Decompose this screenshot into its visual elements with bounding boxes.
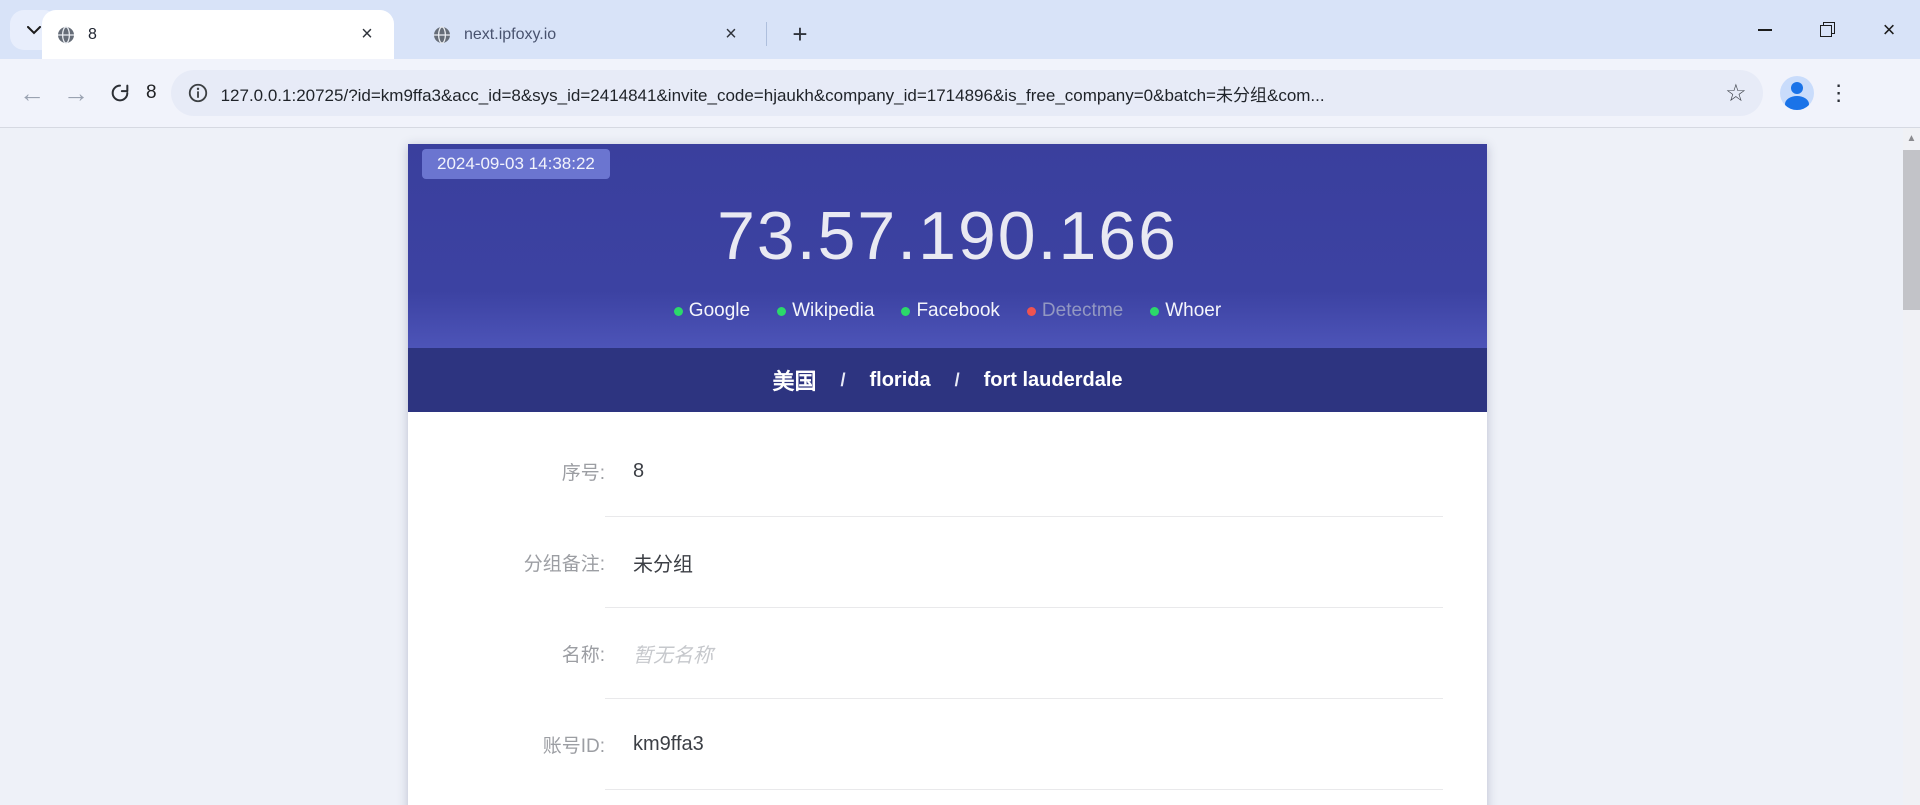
ip-hero-header: 2024-09-03 14:38:22 73.57.190.166 Google… <box>408 144 1487 348</box>
reload-icon <box>109 82 131 104</box>
geo-region: florida <box>869 368 931 391</box>
timestamp-badge: 2024-09-03 14:38:22 <box>422 149 610 179</box>
page-viewport: 2024-09-03 14:38:22 73.57.190.166 Google… <box>0 128 1920 805</box>
status-ok-icon <box>901 306 911 316</box>
restore-button[interactable] <box>1796 0 1858 59</box>
geo-country: 美国 <box>772 369 817 394</box>
minimize-icon <box>1758 28 1772 31</box>
field-row-name: 名称: 暂无名称 <box>408 608 1487 699</box>
field-row-account-id: 账号ID: km9ffa3 <box>408 699 1487 790</box>
browser-menu-button[interactable]: ⋮ <box>1819 73 1859 113</box>
globe-favicon-icon <box>432 25 452 45</box>
tab-active[interactable]: 8 × <box>42 10 394 59</box>
tab-close-icon[interactable]: × <box>354 22 380 48</box>
chevron-down-icon <box>27 25 41 35</box>
minimize-button[interactable] <box>1734 0 1796 59</box>
field-label: 分组备注: <box>523 554 605 575</box>
tab-title: 8 <box>88 25 97 43</box>
scrollbar-up-icon[interactable]: ▲ <box>1903 128 1920 148</box>
service-label: Wikipedia <box>792 300 875 321</box>
page-scrollbar[interactable]: ▲ <box>1903 128 1920 805</box>
globe-favicon-icon <box>56 25 76 45</box>
info-icon <box>187 82 209 104</box>
field-row-group-note: 分组备注: 未分组 <box>408 517 1487 608</box>
status-fail-icon <box>1026 306 1036 316</box>
field-row-serial: 序号: 8 <box>408 426 1487 517</box>
window-controls: × <box>1734 0 1920 59</box>
field-value: km9ffa3 <box>633 732 704 755</box>
field-value: 未分组 <box>633 553 693 576</box>
status-ok-icon <box>777 306 787 316</box>
geo-city: fort lauderdale <box>983 368 1123 391</box>
tab-inactive[interactable]: next.ipfoxy.io × <box>418 10 758 59</box>
close-window-button[interactable]: × <box>1858 0 1920 59</box>
ip-info-form: 序号: 8 分组备注: 未分组 名称: 暂无名称 账号ID: km9ffa3 <box>408 412 1487 790</box>
status-ok-icon <box>1150 306 1160 316</box>
service-label: Detectme <box>1041 300 1124 321</box>
service-facebook[interactable]: Facebook <box>901 300 1000 322</box>
tab-close-icon[interactable]: × <box>718 22 744 48</box>
forward-arrow-icon: → <box>63 78 89 108</box>
service-label: Facebook <box>916 300 1000 321</box>
scrollbar-thumb[interactable] <box>1903 150 1920 310</box>
geo-breadcrumb: 美国 / florida / fort lauderdale <box>408 348 1487 412</box>
service-whoer[interactable]: Whoer <box>1150 300 1221 322</box>
field-label: 序号: <box>561 463 605 484</box>
tab-title: next.ipfoxy.io <box>464 25 557 43</box>
ip-address: 73.57.190.166 <box>717 198 1178 274</box>
field-placeholder: 暂无名称 <box>633 644 713 667</box>
field-value-area: 未分组 <box>605 517 1443 608</box>
bookmark-star-icon[interactable]: ☆ <box>1725 79 1747 108</box>
service-check-list: Google Wikipedia Facebook Detectme Whoer <box>673 300 1221 322</box>
address-bar[interactable]: 127.0.0.1:20725/?id=km9ffa3&acc_id=8&sys… <box>170 70 1763 116</box>
tab-separator <box>766 22 767 46</box>
name-input[interactable]: 暂无名称 <box>605 608 1443 699</box>
field-label: 账号ID: <box>542 736 605 757</box>
service-google[interactable]: Google <box>673 300 751 322</box>
service-label: Whoer <box>1165 300 1222 321</box>
restore-icon <box>1820 21 1835 37</box>
forward-button[interactable]: → <box>54 71 98 115</box>
service-detectme[interactable]: Detectme <box>1026 300 1124 322</box>
back-arrow-icon: ← <box>19 78 45 108</box>
service-label: Google <box>688 300 751 321</box>
url-text: 127.0.0.1:20725/?id=km9ffa3&acc_id=8&sys… <box>220 85 1325 105</box>
tab-strip: 8 × next.ipfoxy.io × + × <box>0 0 1920 59</box>
new-tab-button[interactable]: + <box>782 16 818 52</box>
field-value-area: km9ffa3 <box>605 699 1443 790</box>
field-value-area: 8 <box>605 426 1443 517</box>
service-wikipedia[interactable]: Wikipedia <box>777 300 874 322</box>
ip-detail-card: 2024-09-03 14:38:22 73.57.190.166 Google… <box>408 144 1487 805</box>
avatar <box>1779 76 1814 110</box>
field-label: 名称: <box>561 645 605 666</box>
status-ok-icon <box>673 306 683 316</box>
field-value: 8 <box>633 459 645 482</box>
back-button[interactable]: ← <box>10 71 54 115</box>
reload-button[interactable] <box>98 71 142 115</box>
geo-separator: / <box>954 369 960 390</box>
browser-toolbar: ← → 8 127.0.0.1:20725/?id=km9ffa3&acc_id… <box>0 59 1920 127</box>
profile-button[interactable] <box>1777 73 1817 113</box>
close-icon: × <box>1882 16 1896 42</box>
toolbar-badge: 8 <box>146 82 157 103</box>
geo-separator: / <box>840 369 846 390</box>
